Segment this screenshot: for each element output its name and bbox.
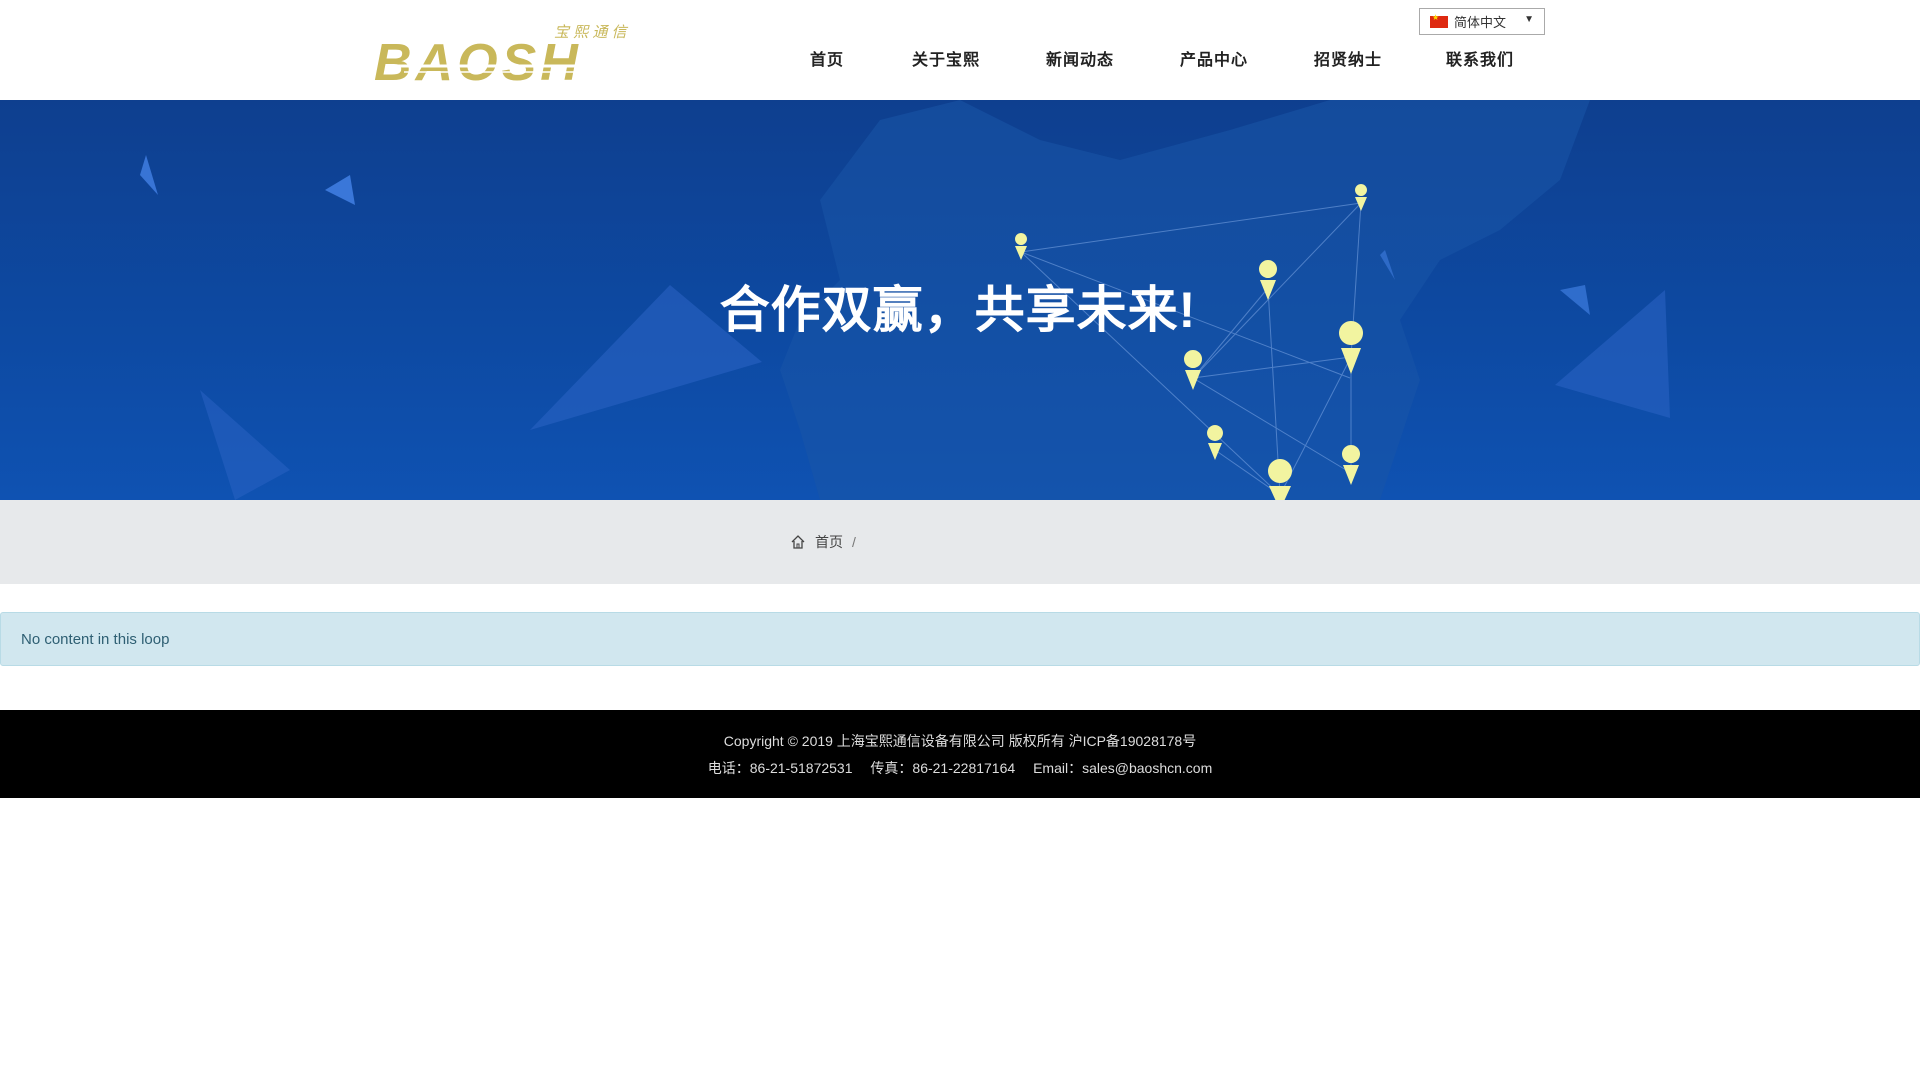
empty-content-alert: No content in this loop <box>0 612 1920 666</box>
breadcrumb-separator: / <box>852 534 856 550</box>
nav-careers[interactable]: 招贤纳士 <box>1314 46 1382 70</box>
nav-about[interactable]: 关于宝熙 <box>912 46 980 70</box>
hero-banner: 合作双赢，共享未来! <box>0 100 1920 500</box>
nav-home[interactable]: 首页 <box>810 46 844 70</box>
home-icon[interactable] <box>790 534 806 550</box>
alert-message: No content in this loop <box>21 630 170 648</box>
nav-contact[interactable]: 联系我们 <box>1446 46 1514 70</box>
footer-email[interactable]: Email：sales@baoshcn.com <box>1033 760 1212 776</box>
breadcrumb: 首页 / <box>790 532 856 552</box>
logo-text: BAOSH <box>374 34 582 86</box>
breadcrumb-home-link[interactable]: 首页 <box>815 532 843 552</box>
baosh-logo[interactable]: 宝 熙 通 信 BAOSH <box>374 22 659 86</box>
footer-contact: 电话：86-21-51872531 传真：86-21-22817164 Emai… <box>0 758 1920 778</box>
dropdown-arrow-icon: ▼ <box>1524 14 1534 25</box>
banner-title: 合作双赢，共享未来! <box>719 282 1197 338</box>
nav-news[interactable]: 新闻动态 <box>1046 46 1114 70</box>
language-label: 简体中文 <box>1454 15 1507 30</box>
footer-copyright: Copyright © 2019 上海宝熙通信设备有限公司 版权所有 沪ICP备… <box>723 733 1197 749</box>
site-footer: Copyright © 2019 上海宝熙通信设备有限公司 版权所有 沪ICP备… <box>0 710 1920 798</box>
site-header: 宝 熙 通 信 BAOSH 简体中文 ▼ 首页 关于宝熙 新闻动态 产品中心 招… <box>0 0 1920 100</box>
footer-phone: 电话：86-21-51872531 <box>707 760 853 776</box>
china-flag-icon <box>1430 13 1448 28</box>
footer-fax: 传真：86-21-22817164 <box>870 760 1016 776</box>
logo-graphic: 宝 熙 通 信 BAOSH <box>374 24 644 86</box>
breadcrumb-bar: 首页 / <box>0 500 1920 584</box>
nav-products[interactable]: 产品中心 <box>1180 46 1248 70</box>
language-selector[interactable]: 简体中文 ▼ <box>1419 8 1545 35</box>
